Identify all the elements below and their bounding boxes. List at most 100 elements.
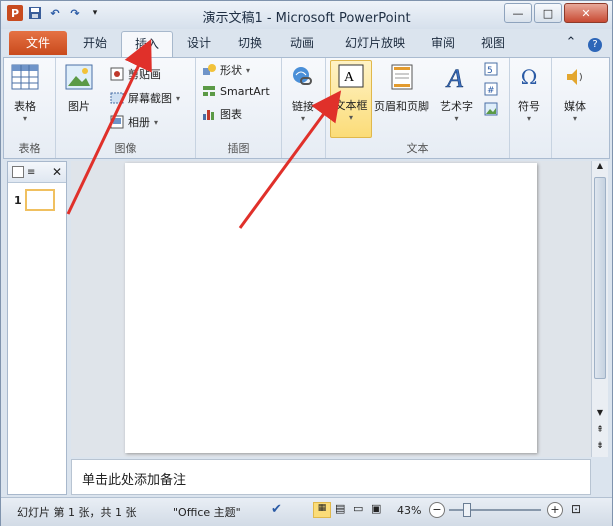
slide-editing-area xyxy=(71,161,591,457)
reading-view-icon[interactable]: ▭ xyxy=(353,502,363,515)
tab-file[interactable]: 文件 xyxy=(9,31,67,55)
link-button[interactable]: 链接 ▾ xyxy=(288,62,318,123)
slides-pane: ≡ ✕ 1 xyxy=(7,161,67,495)
header-footer-label: 页眉和页脚 xyxy=(374,100,429,113)
group-label-tables: 表格 xyxy=(18,142,41,155)
screenshot-button[interactable]: 屏幕截图 ▾ xyxy=(110,90,180,106)
window-controls: — □ ✕ xyxy=(504,3,608,23)
tab-transitions[interactable]: 切换 xyxy=(227,31,273,55)
group-label-text: 文本 xyxy=(406,142,429,155)
slide-canvas[interactable] xyxy=(125,163,537,453)
tab-view[interactable]: 视图 xyxy=(471,31,515,55)
media-label: 媒体 xyxy=(564,100,586,113)
group-label-illustrations: 插图 xyxy=(227,142,250,155)
group-illustrations: 形状 ▾ SmartArt 图表 插图 xyxy=(196,58,282,158)
fit-to-window-icon[interactable]: ⊡ xyxy=(571,502,581,516)
svg-text:#: # xyxy=(487,86,495,96)
clipart-icon xyxy=(110,67,124,81)
object-icon[interactable] xyxy=(484,102,498,116)
minimize-button[interactable]: — xyxy=(504,3,532,23)
textbox-label: 文本框 xyxy=(334,99,368,112)
close-pane-icon[interactable]: ✕ xyxy=(52,165,62,179)
speaker-icon xyxy=(560,62,590,92)
outline-tab-icon[interactable]: ≡ xyxy=(27,167,35,178)
link-label: 链接 xyxy=(292,100,314,113)
group-tables: 表格 ▾ 表格 xyxy=(4,58,56,158)
chevron-down-icon: ▾ xyxy=(572,114,577,123)
tab-animations[interactable]: 动画 xyxy=(279,31,325,55)
textbox-button[interactable]: A 文本框 ▾ xyxy=(330,60,372,138)
vertical-scrollbar[interactable]: ▲ ▼ ⇞ ⇟ xyxy=(591,161,608,457)
smartart-button[interactable]: SmartArt xyxy=(202,84,270,98)
tab-design[interactable]: 设计 xyxy=(177,31,221,55)
header-footer-icon xyxy=(387,62,417,92)
header-footer-button[interactable]: 页眉和页脚 xyxy=(374,62,429,114)
maximize-button[interactable]: □ xyxy=(534,3,562,23)
shapes-label: 形状 xyxy=(220,64,242,77)
slide-sorter-icon[interactable]: ▤ xyxy=(335,502,345,515)
slideshow-view-icon[interactable]: ▣ xyxy=(371,502,381,515)
title-bar: P ↶ ↷ ▾ 演示文稿1 - Microsoft PowerPoint — □… xyxy=(1,1,612,29)
chart-button[interactable]: 图表 xyxy=(202,106,242,122)
minimize-ribbon-icon[interactable]: ⌃ xyxy=(561,31,581,55)
zoom-out-icon[interactable]: − xyxy=(429,502,445,518)
scrollbar-thumb[interactable] xyxy=(594,177,606,379)
slide-thumbnail-row[interactable]: 1 xyxy=(8,189,66,211)
clipart-button[interactable]: 剪贴画 xyxy=(110,66,161,82)
zoom-in-icon[interactable]: + xyxy=(547,502,563,518)
chevron-down-icon: ▾ xyxy=(176,93,181,103)
slide-thumbnail[interactable] xyxy=(24,189,55,211)
tab-review[interactable]: 审阅 xyxy=(421,31,465,55)
spell-check-icon[interactable]: ✔ xyxy=(271,502,282,517)
tab-insert[interactable]: 插入 xyxy=(121,31,173,59)
theme-name[interactable]: "Office 主题" xyxy=(173,504,241,520)
smartart-icon xyxy=(202,84,216,98)
link-icon xyxy=(288,62,318,92)
scroll-down-icon[interactable]: ▼ xyxy=(592,408,608,417)
textbox-icon: A xyxy=(336,61,366,91)
album-button[interactable]: 相册 ▾ xyxy=(110,114,158,130)
tab-slideshow[interactable]: 幻灯片放映 xyxy=(335,31,415,55)
screenshot-icon xyxy=(110,91,124,105)
picture-icon xyxy=(64,62,94,92)
status-bar: 幻灯片 第 1 张，共 1 张 "Office 主题" ✔ ▦ ▤ ▭ ▣ 43… xyxy=(1,497,612,526)
slide-number: 1 xyxy=(14,193,22,207)
powerpoint-window: P ↶ ↷ ▾ 演示文稿1 - Microsoft PowerPoint — □… xyxy=(0,0,613,526)
chevron-down-icon: ▾ xyxy=(454,114,459,123)
zoom-slider-thumb[interactable] xyxy=(463,503,471,517)
chevron-down-icon: ▾ xyxy=(526,114,531,123)
tab-home[interactable]: 开始 xyxy=(73,31,117,55)
shapes-button[interactable]: 形状 ▾ xyxy=(202,62,250,78)
chevron-down-icon: ▾ xyxy=(22,114,27,123)
chevron-down-icon: ▾ xyxy=(154,117,159,127)
next-slide-icon[interactable]: ⇟ xyxy=(592,441,608,451)
date-time-icon[interactable]: 5 xyxy=(484,62,498,76)
chevron-down-icon: ▾ xyxy=(300,114,305,123)
picture-button[interactable]: 图片 xyxy=(64,62,94,114)
media-button[interactable]: 媒体 ▾ xyxy=(560,62,590,123)
notes-pane[interactable]: 单击此处添加备注 xyxy=(71,459,591,495)
help-icon[interactable]: ? xyxy=(585,31,605,55)
close-button[interactable]: ✕ xyxy=(564,3,608,23)
slides-pane-header: ≡ ✕ xyxy=(8,162,66,183)
previous-slide-icon[interactable]: ⇞ xyxy=(592,425,608,435)
table-icon xyxy=(10,62,40,92)
group-label-images: 图像 xyxy=(114,142,137,155)
symbol-button[interactable]: Ω 符号 ▾ xyxy=(514,62,544,123)
wordart-icon: A xyxy=(442,62,472,92)
wordart-button[interactable]: A 艺术字 ▾ xyxy=(440,62,473,123)
normal-view-icon[interactable]: ▦ xyxy=(313,502,331,518)
omega-icon: Ω xyxy=(520,65,538,89)
slide-number-icon[interactable]: # xyxy=(484,82,498,96)
table-label: 表格 xyxy=(14,100,36,113)
scroll-up-icon[interactable]: ▲ xyxy=(592,161,608,175)
slides-tab-icon[interactable] xyxy=(12,166,24,178)
svg-text:A: A xyxy=(445,64,463,91)
slide-info: 幻灯片 第 1 张，共 1 张 xyxy=(17,506,137,519)
zoom-level[interactable]: 43% xyxy=(397,504,421,517)
picture-label: 图片 xyxy=(68,100,90,113)
table-button[interactable]: 表格 ▾ xyxy=(10,62,40,123)
group-images: 图片 剪贴画 屏幕截图 ▾ 相册 ▾ 图像 xyxy=(56,58,196,158)
smartart-label: SmartArt xyxy=(220,84,270,98)
photo-album-icon xyxy=(110,115,124,129)
